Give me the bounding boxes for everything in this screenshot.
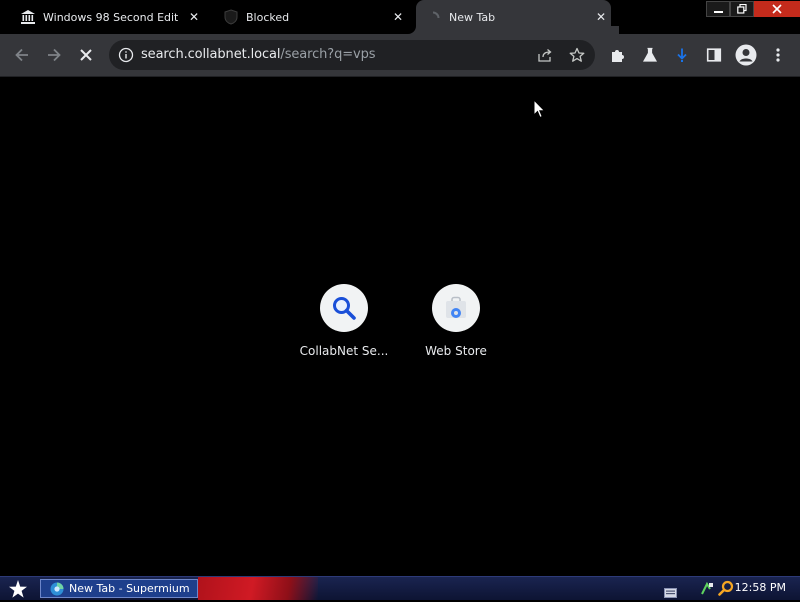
downloads-button[interactable] [670, 43, 694, 67]
puzzle-icon [612, 50, 624, 62]
new-tab-page: CollabNet Se... Web Store [0, 77, 800, 576]
taskbar: New Tab - Supermium 12:58 PM [0, 576, 800, 600]
taskbar-button-new-tab[interactable]: New Tab - Supermium [40, 579, 198, 598]
flask-icon [642, 47, 658, 62]
tab-title: Blocked [246, 10, 290, 24]
tab-windows98[interactable]: Windows 98 Second Edition ✕ [12, 0, 210, 34]
star-icon [9, 579, 27, 598]
system-clock[interactable]: 12:58 PM [735, 581, 786, 594]
labs-button[interactable] [638, 43, 662, 67]
share-icon[interactable] [537, 47, 553, 67]
search-icon [333, 297, 356, 320]
shortcut-label: CollabNet Se... [299, 344, 389, 358]
tab-title: New Tab [449, 10, 496, 24]
stop-button[interactable] [74, 43, 98, 67]
side-panel-button[interactable] [702, 43, 726, 67]
profile-button[interactable] [734, 43, 758, 67]
supermium-icon [50, 582, 64, 595]
back-arrow-icon [15, 48, 28, 62]
restore-icon [737, 4, 747, 14]
menu-button[interactable] [766, 43, 790, 67]
info-icon[interactable] [118, 47, 134, 67]
shortcut-web-store[interactable]: Web Store [400, 275, 512, 365]
mouse-cursor-icon [533, 99, 546, 119]
back-button[interactable] [10, 43, 34, 67]
minimize-button[interactable] [706, 1, 730, 17]
shortcut-icon-tile [320, 284, 368, 332]
keyboard-icon[interactable] [664, 583, 677, 602]
url-text[interactable]: search.collabnet.local/search?q=vps [141, 47, 376, 62]
shortcut-icon-tile [432, 284, 480, 332]
url-path: /search?q=vps [280, 47, 376, 62]
tab-title: Windows 98 Second Edition [43, 10, 178, 24]
extensions-button[interactable] [606, 43, 630, 67]
kebab-menu-icon [776, 48, 780, 62]
web-store-icon [446, 296, 466, 318]
restore-button[interactable] [730, 1, 754, 17]
forward-button[interactable] [42, 43, 66, 67]
avatar-icon [735, 44, 757, 66]
address-bar[interactable]: search.collabnet.local/search?q=vps [109, 40, 595, 70]
tab-strip: Windows 98 Second Edition ✕ Blocked ✕ Ne… [0, 0, 800, 34]
taskbar-flag-decoration [198, 577, 318, 600]
browser-toolbar: search.collabnet.local/search?q=vps [0, 34, 800, 77]
url-host: search.collabnet.local [141, 47, 281, 62]
close-window-button[interactable] [754, 1, 800, 17]
search-icon[interactable] [718, 580, 734, 600]
forward-arrow-icon [48, 48, 61, 62]
tab-close-button[interactable]: ✕ [594, 10, 608, 24]
download-icon [677, 48, 687, 62]
tab-close-button[interactable]: ✕ [187, 10, 201, 24]
tab-new-tab[interactable]: New Tab ✕ [408, 0, 619, 34]
loading-spinner-icon [426, 10, 440, 29]
shield-icon [224, 9, 238, 29]
institution-icon [20, 9, 36, 29]
tab-close-button[interactable]: ✕ [391, 10, 405, 24]
tab-blocked[interactable]: Blocked ✕ [216, 0, 412, 34]
network-icon[interactable] [700, 581, 714, 600]
stop-icon [80, 49, 92, 61]
close-icon [772, 4, 782, 14]
minimize-icon [713, 10, 723, 13]
star-icon[interactable] [569, 47, 585, 67]
taskbar-button-label: New Tab - Supermium [69, 582, 190, 595]
start-button[interactable] [4, 578, 32, 599]
shortcut-label: Web Store [425, 344, 487, 358]
side-panel-icon [706, 48, 722, 62]
shortcut-collabnet-search[interactable]: CollabNet Se... [288, 275, 400, 365]
